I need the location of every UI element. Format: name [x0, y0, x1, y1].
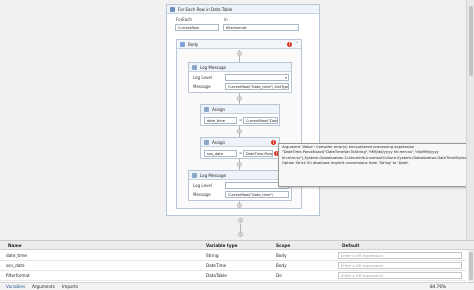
assign-icon — [204, 140, 209, 145]
variable-name[interactable]: filterformat — [6, 273, 30, 278]
assign-equals-2: = — [239, 150, 243, 155]
body-collapse-icon[interactable]: ⌃ — [295, 42, 299, 46]
log-message-label-2: Message — [193, 192, 211, 197]
variable-default-input[interactable]: Enter a VB expression — [338, 252, 462, 259]
assign-equals-1: = — [239, 117, 243, 122]
add-activity-button-2[interactable]: + — [237, 96, 242, 101]
zoom-level[interactable]: 84.76% — [430, 284, 446, 289]
log-message-title-2: Log Message — [200, 173, 226, 178]
outer-connector-line — [240, 224, 241, 232]
scrollbar-thumb[interactable] — [469, 6, 473, 76]
foreach-header[interactable]: For Each Row in Data Table — [167, 5, 319, 14]
assign-icon — [204, 107, 209, 112]
foreach-label: ForEach — [176, 17, 192, 22]
add-activity-button-outer[interactable]: + — [238, 218, 243, 223]
variable-scope[interactable]: Do — [276, 273, 282, 278]
workflow-designer-canvas[interactable]: For Each Row in Data Table ForEach in Cu… — [0, 0, 466, 240]
variables-scrollbar-thumb[interactable] — [469, 252, 473, 280]
table-row[interactable]: filterformat DataTable Do Enter a VB exp… — [0, 271, 466, 281]
chevron-down-icon — [285, 77, 287, 79]
table-row[interactable]: date_time String Body Enter a VB express… — [0, 251, 466, 261]
assign-value-field-1[interactable]: CurrentRow("Date_ — [243, 117, 278, 124]
log-message-activity-1[interactable]: Log Message Log Level Message CurrentRow… — [188, 62, 292, 93]
log-message-title-1: Log Message — [200, 65, 226, 70]
log-message-field-2[interactable]: CurrentRow("Date_time") — [225, 191, 289, 198]
log-message-field-1[interactable]: CurrentRow("Date_time").GetType — [225, 83, 289, 90]
assign-error-icon[interactable]: ! — [271, 140, 276, 145]
log-message-header-2[interactable]: Log Message — [189, 171, 291, 180]
body-title: Body — [188, 42, 199, 47]
variables-scrollbar[interactable] — [468, 250, 474, 283]
variable-scope[interactable]: Body — [276, 263, 287, 268]
assign-value-field-2[interactable]: DateTime.Parse — [243, 150, 273, 157]
variables-header-row: Name Variable type Scope Default — [0, 241, 474, 250]
foreach-in-field[interactable]: filterformat — [223, 24, 299, 31]
column-header-type[interactable]: Variable type — [206, 243, 237, 248]
foreach-icon — [170, 7, 175, 12]
log-level-select-1[interactable] — [225, 74, 289, 81]
variable-default-input[interactable]: Enter a VB expression — [338, 272, 462, 279]
in-label: in — [224, 17, 228, 22]
add-activity-button-1[interactable]: + — [237, 51, 242, 56]
add-activity-button-3[interactable]: + — [237, 129, 242, 134]
log-icon — [192, 173, 197, 178]
assign-activity-1[interactable]: Assign date_time = CurrentRow("Date_ — [200, 104, 280, 126]
bottom-tab-bar: Variables Arguments Imports 84.76% — [0, 282, 474, 290]
variable-type[interactable]: DateTime — [206, 263, 226, 268]
foreach-title: For Each Row in Data Table — [178, 7, 233, 12]
assign-to-field-1[interactable]: date_time — [204, 117, 237, 124]
canvas-vertical-scrollbar[interactable] — [466, 0, 474, 240]
table-row[interactable]: ssn_date DateTime Body Enter a VB expres… — [0, 261, 466, 271]
column-header-scope[interactable]: Scope — [276, 243, 290, 248]
body-warning-icon[interactable]: ! — [287, 42, 292, 47]
add-activity-button-end[interactable]: + — [238, 232, 243, 237]
variables-panel: Name Variable type Scope Default date_ti… — [0, 240, 474, 283]
error-tooltip: Argument 'Value': Compiler error(s) enco… — [278, 143, 466, 187]
log-message-activity-2[interactable]: Log Message Log Level Message CurrentRow… — [188, 170, 292, 201]
tab-imports[interactable]: Imports — [62, 284, 78, 289]
assign-to-field-2[interactable]: ssn_date — [204, 150, 237, 157]
log-level-label-2: Log Level — [193, 183, 212, 188]
assign-header-1[interactable]: Assign — [201, 105, 279, 114]
assign-title-2: Assign — [212, 140, 226, 145]
add-activity-button-4[interactable]: + — [237, 162, 242, 167]
log-level-label-1: Log Level — [193, 75, 212, 80]
tab-arguments[interactable]: Arguments — [32, 284, 55, 289]
column-header-name[interactable]: Name — [8, 243, 22, 248]
column-header-default[interactable]: Default — [342, 243, 359, 248]
foreach-item-field[interactable]: CurrentRow — [175, 24, 219, 31]
log-icon — [192, 65, 197, 70]
variable-scope[interactable]: Body — [276, 253, 287, 258]
log-message-label-1: Message — [193, 84, 211, 89]
assign-activity-2[interactable]: Assign ! ssn_date = DateTime.Parse ! — [200, 137, 280, 159]
sequence-icon — [180, 42, 185, 47]
log-message-header-1[interactable]: Log Message — [189, 63, 291, 72]
tab-variables[interactable]: Variables — [6, 284, 25, 289]
variable-type[interactable]: String — [206, 253, 219, 258]
variable-name[interactable]: ssn_date — [6, 263, 25, 268]
variable-type[interactable]: DataTable — [206, 273, 227, 278]
body-header[interactable]: Body ! ⌃ — [177, 40, 301, 49]
add-activity-button-5[interactable]: + — [237, 203, 242, 208]
variable-default-input[interactable]: Enter a VB expression — [338, 262, 462, 269]
variable-name[interactable]: date_time — [6, 253, 27, 258]
assign-title-1: Assign — [212, 107, 226, 112]
assign-header-2[interactable]: Assign ! — [201, 138, 279, 147]
